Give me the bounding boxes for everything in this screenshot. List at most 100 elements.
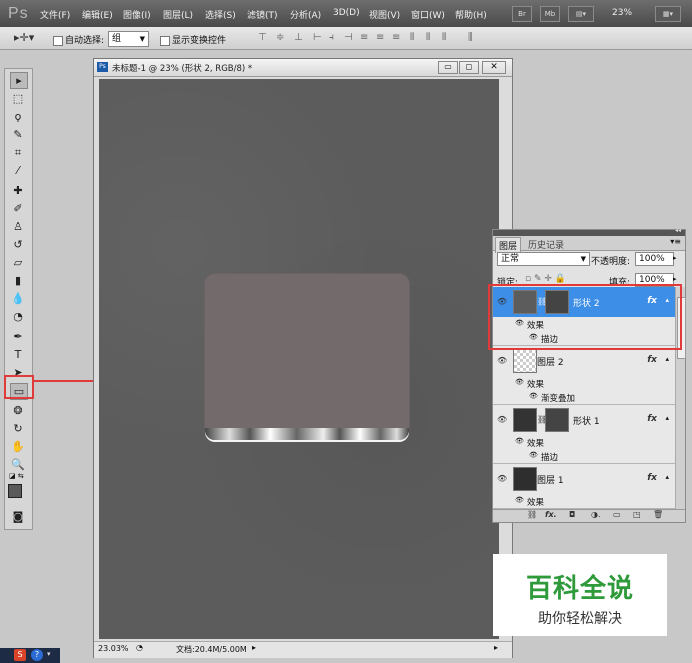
fx-icon[interactable]: fx bbox=[647, 473, 657, 483]
view-extras-button[interactable]: ▤▾ bbox=[568, 6, 594, 22]
dodge-tool-icon[interactable]: ◔ bbox=[10, 309, 26, 324]
menu-filter[interactable]: 滤镜(T) bbox=[247, 8, 278, 21]
gradient-tool-icon[interactable]: ▮ bbox=[10, 273, 26, 288]
scroll-right-icon[interactable]: ▸ bbox=[494, 643, 498, 652]
distribute-bottom-icon[interactable]: ≡ bbox=[392, 33, 402, 43]
visibility-eye-icon[interactable]: 👁 bbox=[497, 356, 507, 365]
align-right-icon[interactable]: ⊣ bbox=[344, 33, 354, 43]
opacity-field[interactable]: 100% bbox=[635, 252, 674, 266]
zoom-level[interactable]: 23% bbox=[612, 8, 632, 18]
effects-row[interactable]: 👁 效果 bbox=[493, 435, 675, 450]
show-transform-wrap[interactable]: 显示变换控件 bbox=[160, 33, 226, 46]
new-group-icon[interactable]: ▭ bbox=[613, 510, 621, 519]
visibility-eye-icon[interactable]: 👁 bbox=[497, 474, 507, 483]
expand-icon[interactable]: ▴ bbox=[665, 414, 669, 422]
move-tool-icon[interactable]: ▸ bbox=[10, 72, 28, 89]
layer-name[interactable]: 形状 1 bbox=[573, 414, 600, 427]
align-bottom-icon[interactable]: ⊥ bbox=[294, 33, 304, 43]
add-mask-icon[interactable]: ◘ bbox=[569, 510, 575, 519]
auto-select-checkbox[interactable] bbox=[53, 35, 63, 46]
layer-name[interactable]: 图层 1 bbox=[537, 473, 564, 486]
distribute-top-icon[interactable]: ≡ bbox=[360, 33, 370, 43]
zoom-status[interactable]: 23.03% bbox=[98, 644, 129, 653]
tray-menu-icon[interactable]: ▾ bbox=[47, 650, 51, 658]
arrange-documents-button[interactable]: ▦▾ bbox=[655, 6, 681, 22]
distribute-hcenter-icon[interactable]: ⫴ bbox=[426, 33, 436, 43]
visibility-eye-icon[interactable]: 👁 bbox=[529, 451, 538, 459]
zoom-tool-icon[interactable]: 🔍 bbox=[10, 457, 26, 472]
bridge-button[interactable]: Br bbox=[512, 6, 532, 22]
quick-mask-icon[interactable]: ◙ bbox=[10, 509, 26, 524]
layer-name[interactable]: 图层 2 bbox=[537, 355, 564, 368]
tab-layers[interactable]: 图层 bbox=[495, 237, 522, 253]
auto-align-icon[interactable]: ⫼ bbox=[468, 33, 478, 43]
pen-tool-icon[interactable]: ✒ bbox=[10, 329, 26, 344]
tab-history[interactable]: 历史记录 bbox=[525, 238, 567, 251]
layer-row-shape1[interactable]: 👁 ⛓ 形状 1 fx ▴ bbox=[493, 405, 675, 436]
menu-help[interactable]: 帮助(H) bbox=[455, 8, 487, 21]
eraser-tool-icon[interactable]: ▱ bbox=[10, 255, 26, 270]
visibility-eye-icon[interactable]: 👁 bbox=[515, 378, 524, 386]
adjustment-layer-icon[interactable]: ◑. bbox=[591, 510, 601, 519]
new-layer-icon[interactable]: ◳ bbox=[633, 510, 641, 519]
app-tray-icon[interactable]: S bbox=[14, 649, 26, 661]
menu-analysis[interactable]: 分析(A) bbox=[290, 8, 321, 21]
default-colors-icon[interactable]: ◪ ⇆ bbox=[9, 472, 24, 480]
mini-bridge-button[interactable]: Mb bbox=[540, 6, 560, 22]
menu-3d[interactable]: 3D(D) bbox=[333, 8, 360, 18]
3d-rotate-tool-icon[interactable]: ❂ bbox=[10, 403, 26, 418]
menu-edit[interactable]: 编辑(E) bbox=[82, 8, 113, 21]
menu-image[interactable]: 图像(I) bbox=[123, 8, 151, 21]
status-menu-icon[interactable]: ▸ bbox=[252, 643, 256, 652]
clone-stamp-icon[interactable]: ♙ bbox=[10, 219, 26, 234]
healing-brush-icon[interactable]: ✚ bbox=[10, 183, 26, 198]
help-tray-icon[interactable]: ? bbox=[31, 649, 43, 661]
panel-menu-icon[interactable]: ▾≡ bbox=[670, 237, 681, 246]
restore-button[interactable]: ◻ bbox=[459, 61, 479, 74]
quick-select-tool-icon[interactable]: ✎ bbox=[10, 127, 26, 142]
menu-window[interactable]: 窗口(W) bbox=[411, 8, 445, 21]
delete-layer-icon[interactable]: 🗑 bbox=[653, 510, 663, 519]
rounded-rectangle-shape[interactable] bbox=[205, 274, 409, 436]
visibility-eye-icon[interactable]: 👁 bbox=[515, 496, 524, 504]
visibility-eye-icon[interactable]: 👁 bbox=[515, 437, 524, 445]
opacity-arrow-icon[interactable]: ▸ bbox=[673, 254, 677, 262]
expand-icon[interactable]: ▴ bbox=[665, 355, 669, 363]
align-hcenter-icon[interactable]: ⫞ bbox=[329, 33, 339, 43]
distribute-left-icon[interactable]: ⫴ bbox=[410, 33, 420, 43]
hand-tool-icon[interactable]: ✋ bbox=[10, 439, 26, 454]
add-style-icon[interactable]: fx. bbox=[545, 510, 557, 519]
marquee-tool-icon[interactable]: ⬚ bbox=[10, 91, 26, 106]
history-brush-icon[interactable]: ↺ bbox=[10, 237, 26, 252]
align-top-icon[interactable]: ⊤ bbox=[258, 33, 268, 43]
fx-icon[interactable]: fx bbox=[647, 355, 657, 365]
foreground-color-swatch[interactable] bbox=[8, 484, 22, 498]
layer-row-layer2[interactable]: 👁 图层 2 fx ▴ bbox=[493, 346, 675, 377]
menu-file[interactable]: 文件(F) bbox=[40, 8, 70, 21]
3d-orbit-tool-icon[interactable]: ↻ bbox=[10, 421, 26, 436]
fx-icon[interactable]: fx bbox=[647, 414, 657, 424]
minimize-button[interactable]: ▭ bbox=[438, 61, 458, 74]
eyedropper-tool-icon[interactable]: ⁄ bbox=[10, 163, 26, 178]
collapse-icon[interactable]: ◂◂ bbox=[675, 227, 681, 234]
menu-layer[interactable]: 图层(L) bbox=[163, 8, 193, 21]
lasso-tool-icon[interactable]: ϙ bbox=[10, 109, 26, 124]
close-button[interactable]: ✕ bbox=[482, 61, 506, 74]
type-tool-icon[interactable]: T bbox=[10, 347, 26, 362]
align-left-icon[interactable]: ⊢ bbox=[313, 33, 323, 43]
effects-row[interactable]: 👁 效果 bbox=[493, 376, 675, 391]
effects-row[interactable]: 👁 效果 bbox=[493, 494, 675, 509]
move-tool-icon[interactable]: ▸✛▾ bbox=[14, 31, 34, 44]
visibility-eye-icon[interactable]: 👁 bbox=[529, 392, 538, 400]
canvas[interactable] bbox=[99, 79, 499, 639]
distribute-right-icon[interactable]: ⫴ bbox=[442, 33, 452, 43]
brush-tool-icon[interactable]: ✐ bbox=[10, 201, 26, 216]
align-vcenter-icon[interactable]: ≑ bbox=[276, 33, 286, 43]
lock-icons[interactable]: ▫ ✎ ✛ 🔒 bbox=[525, 274, 566, 284]
status-info-icon[interactable]: ◔ bbox=[136, 643, 143, 652]
auto-select-dropdown[interactable]: 组 ▼ bbox=[108, 31, 149, 47]
menu-view[interactable]: 视图(V) bbox=[369, 8, 400, 21]
distribute-vcenter-icon[interactable]: ≡ bbox=[376, 33, 386, 43]
blend-mode-dropdown[interactable]: 正常 ▼ bbox=[497, 252, 590, 266]
link-layers-icon[interactable]: ⛓ bbox=[527, 510, 537, 519]
